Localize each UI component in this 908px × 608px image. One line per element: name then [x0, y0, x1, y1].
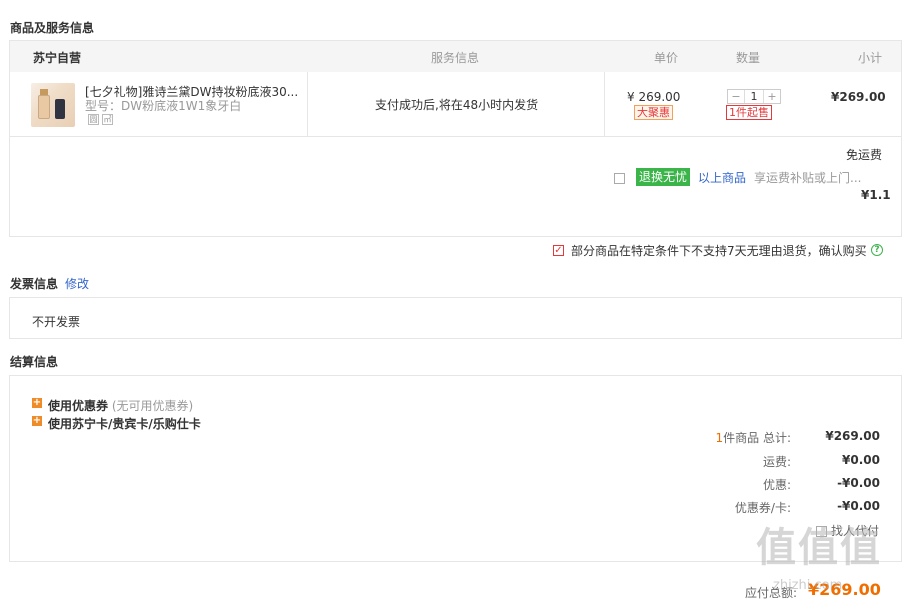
store-name[interactable]: 苏宁自营	[33, 49, 81, 66]
return-notice: 部分商品在特定条件下不支持7天无理由退货，确认购买	[571, 244, 867, 258]
product-row: [七夕礼物]雅诗兰黛DW持妆粉底液30... 型号：DW粉底液1W1象牙白 圆 …	[10, 72, 901, 137]
service-icon: ㎡	[102, 114, 113, 125]
product-image[interactable]	[31, 83, 75, 127]
return-service-checkbox[interactable]	[614, 173, 625, 184]
invoice-section-title: 发票信息	[10, 277, 59, 291]
quantity-stepper: − 1 +	[727, 89, 781, 104]
watermark-site: zhizhi.com	[773, 578, 843, 593]
items-total-label: 1件商品 总计:	[670, 429, 792, 446]
coupon-card-label: 优惠券/卡:	[734, 501, 791, 515]
product-model: 型号：DW粉底液1W1象牙白	[85, 99, 242, 113]
invoice-box: 不开发票	[9, 297, 902, 339]
min-order-badge: 1件起售	[726, 105, 772, 120]
discount-label: 优惠:	[762, 478, 791, 492]
service-cell: 支付成功后,将在48小时内发货	[307, 72, 605, 136]
coupon-expand-icon[interactable]: +	[32, 398, 42, 408]
return-products-link[interactable]: 以上商品	[698, 169, 746, 186]
col-subtotal: 小计	[858, 51, 883, 65]
col-service: 服务信息	[431, 51, 480, 65]
items-count: 1	[715, 431, 724, 445]
goods-section-title: 商品及服务信息	[10, 21, 95, 35]
product-service-icons: 圆 ㎡	[88, 114, 113, 125]
coupon-label: 使用优惠券	[48, 399, 109, 413]
card-option[interactable]: 使用苏宁卡/贵宾卡/乐购仕卡	[48, 415, 201, 432]
return-badge: 退换无忧	[636, 168, 691, 186]
service-text: 支付成功后,将在48小时内发货	[375, 98, 539, 112]
shipping-label: 运费:	[762, 455, 791, 469]
order-table-header: 苏宁自营 服务信息 单价 数量 小计	[10, 41, 901, 72]
invoice-edit-link[interactable]: 修改	[65, 275, 89, 292]
col-qty: 数量	[736, 51, 761, 65]
order-table: 苏宁自营 服务信息 单价 数量 小计 [七夕礼物]雅诗兰黛DW持妆粉底液30..…	[9, 40, 902, 237]
confirm-checkbox[interactable]	[553, 245, 564, 256]
unit-price: ¥ 269.00	[627, 90, 681, 104]
items-total-value: ¥269.00	[825, 429, 880, 443]
free-shipping: 免运费	[846, 148, 883, 162]
card-expand-icon[interactable]: +	[32, 416, 42, 426]
invoice-value: 不开发票	[32, 315, 81, 329]
price-badge: 大聚惠	[634, 105, 673, 120]
help-icon[interactable]: ?	[871, 244, 883, 256]
qty-input[interactable]: 1	[744, 90, 764, 103]
coupon-card-value: -¥0.00	[837, 499, 880, 513]
discount-value: -¥0.00	[837, 476, 880, 490]
col-price: 单价	[654, 51, 679, 65]
guarantee-icon: 圆	[88, 114, 99, 125]
return-price: ¥1.1	[861, 188, 891, 202]
return-desc: 享运费补贴或上门...	[754, 171, 862, 185]
qty-plus-button[interactable]: +	[764, 90, 780, 103]
coupon-note: (无可用优惠券)	[111, 399, 194, 413]
watermark-logo: 值值值	[756, 525, 882, 571]
shipping-value: ¥0.00	[842, 453, 880, 467]
coupon-option[interactable]: 使用优惠券 (无可用优惠券)	[48, 397, 193, 414]
items-label: 件商品 总计:	[723, 431, 791, 445]
settlement-section-title: 结算信息	[10, 355, 59, 369]
qty-minus-button[interactable]: −	[728, 90, 744, 103]
product-subtotal: ¥269.00	[831, 90, 886, 104]
